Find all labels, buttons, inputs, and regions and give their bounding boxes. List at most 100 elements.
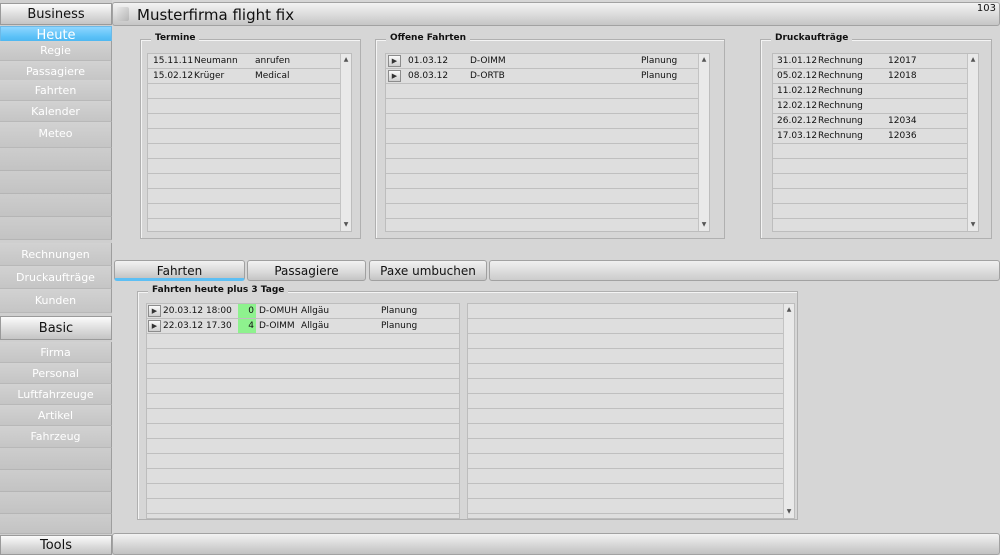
scroll-down-icon[interactable]: ▼ [341,220,351,230]
sidebar-empty-slot [0,171,112,194]
sidebar-item-luftfahrzeuge[interactable]: Luftfahrzeuge [0,384,112,405]
list-item [148,99,351,114]
termine-note: Medical [255,71,290,81]
section-tools[interactable]: Tools [0,535,112,555]
sidebar-item-artikel[interactable]: Artikel [0,405,112,426]
table-row [468,304,794,319]
druck-type: Rechnung [818,131,863,141]
druck-number: 12018 [888,71,917,81]
termine-list[interactable]: 15.11.11 Neumann anrufen 15.02.12 Krüger… [147,53,352,232]
fahrt-status: Planung [381,321,418,331]
sidebar-item-personal[interactable]: Personal [0,363,112,384]
list-item [773,144,978,159]
list-item[interactable]: 31.01.12 Rechnung 12017 [773,54,978,69]
table-row [468,454,794,469]
list-item[interactable]: ▶ 01.03.12 D-OIMM Planung [386,54,709,69]
termine-name: Krüger [194,71,225,81]
scroll-up-icon[interactable]: ▲ [968,55,978,65]
offene-fahrten-list[interactable]: ▶ 01.03.12 D-OIMM Planung ▶ 08.03.12 D-O… [385,53,710,232]
fahrt-status: Planung [641,71,678,81]
druckauftraege-scrollbar[interactable]: ▲ ▼ [967,54,978,231]
sidebar-item-fahrten[interactable]: Fahrten [0,80,112,101]
list-item [386,144,709,159]
section-basic[interactable]: Basic [0,316,112,340]
fahrten-heute-list[interactable]: ▶ 20.03.12 18:00 0 D-OMUH Allgäu Planung… [146,303,460,519]
tab-fahrten[interactable]: Fahrten [114,260,245,281]
offene-fahrten-group: Offene Fahrten ▶ 01.03.12 D-OIMM Planung… [375,33,725,239]
table-row [147,364,459,379]
druckauftraege-list[interactable]: 31.01.12 Rechnung 12017 05.02.12 Rechnun… [772,53,979,232]
sidebar-item-kalender[interactable]: Kalender [0,101,112,122]
table-row[interactable]: ▶ 20.03.12 18:00 0 D-OMUH Allgäu Planung [147,304,459,319]
scroll-down-icon[interactable]: ▼ [784,507,794,517]
list-item [386,99,709,114]
fahrten-detail-list[interactable]: ▲ ▼ [467,303,795,519]
list-item[interactable]: 15.02.12 Krüger Medical [148,69,351,84]
table-row [468,364,794,379]
sidebar-item-firma[interactable]: Firma [0,342,112,363]
tab-paxe-umbuchen[interactable]: Paxe umbuchen [369,260,487,281]
table-row [147,424,459,439]
offene-fahrten-legend: Offene Fahrten [386,33,471,43]
table-row [147,409,459,424]
play-icon[interactable]: ▶ [148,320,161,332]
record-counter: 103 [976,3,996,14]
table-row[interactable]: ▶ 22.03.12 17.30 4 D-OIMM Allgäu Planung [147,319,459,334]
druck-number: 12036 [888,131,917,141]
scroll-up-icon[interactable]: ▲ [341,55,351,65]
table-row [468,379,794,394]
fahrt-datetime: 22.03.12 17.30 [163,321,232,331]
scroll-up-icon[interactable]: ▲ [699,55,709,65]
fahrt-aircraft: D-OIMM [470,56,506,66]
scroll-down-icon[interactable]: ▼ [968,220,978,230]
fahrt-date: 01.03.12 [408,56,449,66]
table-row [147,439,459,454]
table-row [147,454,459,469]
termine-date: 15.02.12 [153,71,194,81]
scroll-up-icon[interactable]: ▲ [784,305,794,315]
section-business[interactable]: Business [0,3,112,25]
list-item[interactable]: 11.02.12 Rechnung [773,84,978,99]
fahrten-detail-scrollbar[interactable]: ▲ ▼ [783,304,794,518]
list-item[interactable]: 15.11.11 Neumann anrufen [148,54,351,69]
sidebar-item-passagiere[interactable]: Passagiere [0,61,112,82]
sidebar-item-kunden[interactable]: Kunden [0,289,112,313]
list-item [148,204,351,219]
druck-number: 12017 [888,56,917,66]
list-item[interactable]: 26.02.12 Rechnung 12034 [773,114,978,129]
table-row [468,409,794,424]
druck-date: 31.01.12 [777,56,818,66]
play-icon[interactable]: ▶ [148,305,161,317]
druck-type: Rechnung [818,116,863,126]
play-icon[interactable]: ▶ [388,70,401,82]
sidebar-item-regie[interactable]: Regie [0,41,112,61]
druck-type: Rechnung [818,56,863,66]
sidebar-empty-slot [0,217,112,240]
pax-count: 4 [238,319,256,333]
offene-fahrten-scrollbar[interactable]: ▲ ▼ [698,54,709,231]
termine-scrollbar[interactable]: ▲ ▼ [340,54,351,231]
list-item [773,174,978,189]
sidebar-item-fahrzeug[interactable]: Fahrzeug [0,426,112,448]
list-item[interactable]: 05.02.12 Rechnung 12018 [773,69,978,84]
sidebar-item-rechnungen[interactable]: Rechnungen [0,243,112,266]
tab-bar-fill [489,260,1000,281]
fahrten-heute-legend: Fahrten heute plus 3 Tage [148,285,289,295]
termine-legend: Termine [151,33,200,43]
page-title: Musterfirma flight fix [137,6,295,24]
list-item [773,189,978,204]
sidebar-item-meteo[interactable]: Meteo [0,122,112,148]
list-item [148,129,351,144]
play-icon[interactable]: ▶ [388,55,401,67]
tab-passagiere[interactable]: Passagiere [247,260,366,281]
scroll-down-icon[interactable]: ▼ [699,220,709,230]
druck-type: Rechnung [818,101,863,111]
list-item[interactable]: ▶ 08.03.12 D-ORTB Planung [386,69,709,84]
list-item[interactable]: 12.02.12 Rechnung [773,99,978,114]
sidebar-item-druckauftraege[interactable]: Druckaufträge [0,266,112,289]
fahrt-aircraft: D-ORTB [470,71,505,81]
list-item [773,159,978,174]
fahrten-heute-group: Fahrten heute plus 3 Tage ▶ 20.03.12 18:… [137,285,798,520]
list-item[interactable]: 17.03.12 Rechnung 12036 [773,129,978,144]
list-item [386,174,709,189]
